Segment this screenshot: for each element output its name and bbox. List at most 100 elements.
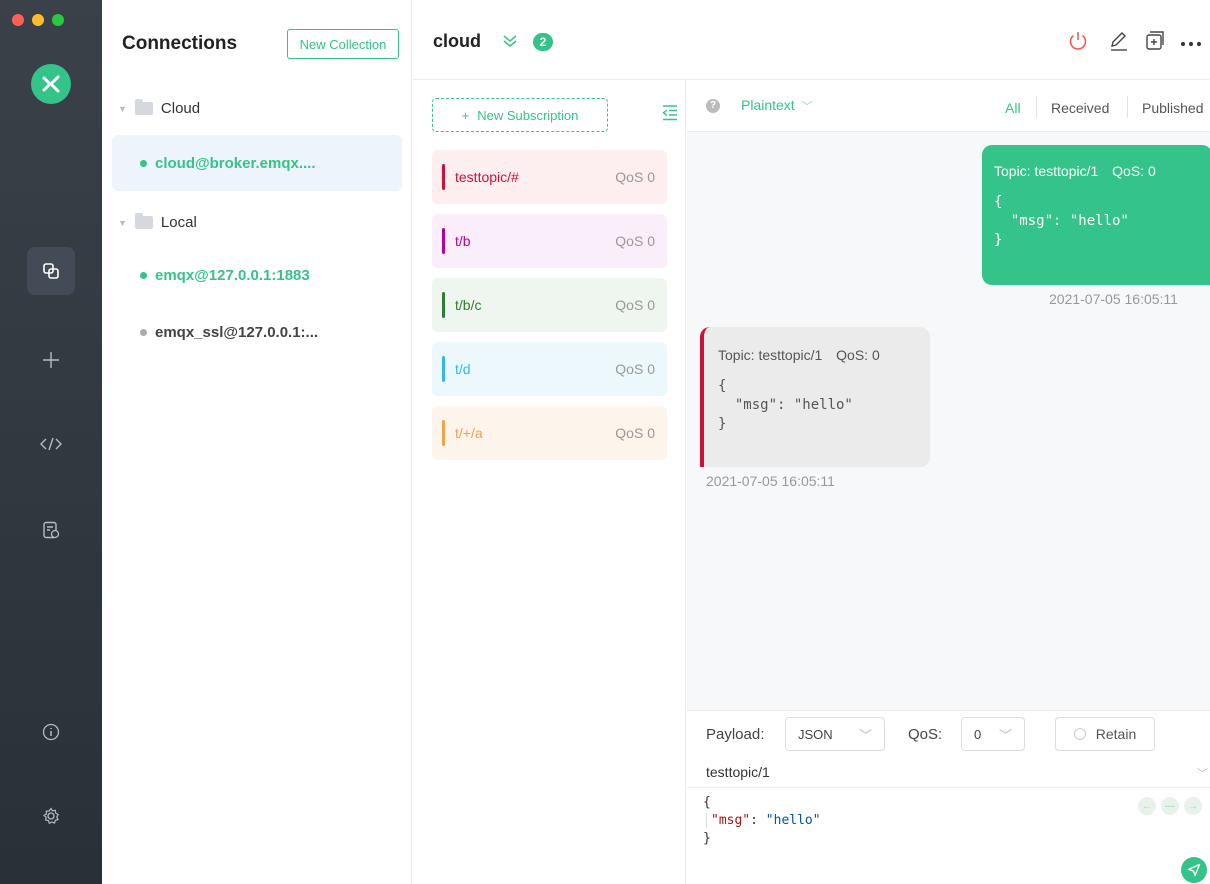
- payload-line: }: [703, 831, 711, 846]
- connection-item-emqx-ssl[interactable]: emqx_ssl@127.0.0.1:...: [112, 304, 402, 360]
- nav-connections-button[interactable]: [27, 247, 75, 295]
- connection-label: cloud@broker.emqx....: [155, 154, 316, 172]
- plus-icon: +: [461, 107, 470, 123]
- subscription-qos: QoS 0: [615, 233, 655, 249]
- payload-line: "msg": "hello": [706, 813, 821, 828]
- subscription-count-badge: 2: [533, 33, 553, 51]
- topic-input[interactable]: testtopic/1: [706, 764, 770, 780]
- messages-toolbar: ? Plaintext ﹀ All Received Published: [687, 80, 1210, 132]
- connection-item-cloud[interactable]: cloud@broker.emqx....: [112, 135, 402, 191]
- new-subscription-button[interactable]: + New Subscription: [432, 98, 608, 132]
- log-icon: [43, 521, 60, 539]
- message-topic-line: Topic: testtopic/1 QoS: 0: [718, 347, 916, 363]
- new-window-icon: [1146, 31, 1164, 50]
- edit-icon: [1111, 32, 1127, 51]
- checkbox-circle-icon: [1073, 728, 1086, 740]
- caret-down-icon: ▼: [118, 103, 127, 114]
- new-collection-button[interactable]: New Collection: [287, 29, 399, 59]
- message-topic: Topic: testtopic/1: [994, 163, 1099, 179]
- nav-script-button[interactable]: [27, 420, 75, 468]
- send-message-button[interactable]: [1181, 857, 1207, 883]
- connections-panel: Connections New Collection ▼ Cloud cloud…: [102, 0, 412, 884]
- payload-format-dropdown[interactable]: Plaintext ﹀: [741, 97, 813, 114]
- folder-icon: [134, 213, 153, 229]
- payload-editor[interactable]: { "msg": "hello" }: [703, 794, 821, 848]
- subscription-color-bar: [442, 420, 445, 446]
- messages-area: ? Plaintext ﹀ All Received Published Top…: [687, 80, 1210, 710]
- subscription-item[interactable]: t/b/c QoS 0: [432, 278, 667, 332]
- caret-down-icon: ▼: [118, 217, 127, 228]
- double-chevron-down-icon: [503, 35, 517, 47]
- collection-local[interactable]: ▼ Local: [118, 213, 197, 231]
- retain-label: Retain: [1095, 726, 1137, 742]
- disconnect-button[interactable]: [1068, 30, 1088, 57]
- more-options-button[interactable]: [1180, 36, 1202, 54]
- history-reset-button[interactable]: —: [1161, 797, 1179, 815]
- payload-format-select[interactable]: JSON ﹀: [785, 717, 885, 751]
- subscription-item[interactable]: t/+/a QoS 0: [432, 406, 667, 460]
- minus-icon: —: [1165, 800, 1175, 812]
- subscription-topic: testtopic/#: [455, 169, 519, 185]
- chevron-down-icon: ﹀: [858, 727, 872, 743]
- payload-colon: :: [750, 813, 766, 828]
- message-payload: { "msg": "hello" }: [994, 194, 1129, 248]
- message-payload: { "msg": "hello" }: [718, 378, 853, 432]
- subscription-color-bar: [442, 356, 445, 382]
- edit-connection-button[interactable]: [1108, 30, 1130, 57]
- status-dot-disconnected: [140, 328, 147, 336]
- filter-all-tab[interactable]: All: [1005, 100, 1021, 116]
- help-icon[interactable]: ?: [706, 99, 720, 113]
- arrow-left-icon: ←: [1142, 800, 1152, 812]
- format-label: Plaintext: [741, 97, 795, 113]
- new-subscription-label: New Subscription: [477, 107, 579, 123]
- connection-header: cloud 2: [413, 0, 1210, 80]
- send-icon: [1187, 863, 1201, 877]
- expand-details-button[interactable]: [501, 32, 519, 55]
- subscription-item[interactable]: t/b QoS 0: [432, 214, 667, 268]
- collapse-list-icon: [662, 105, 677, 121]
- info-icon: [42, 723, 60, 741]
- subscriptions-panel: + New Subscription testtopic/# QoS 0 t/b…: [413, 80, 686, 884]
- payload-label: Payload:: [706, 726, 765, 743]
- subscription-topic: t/d: [455, 361, 471, 377]
- nav-log-button[interactable]: [27, 506, 75, 554]
- history-forward-button[interactable]: →: [1184, 797, 1202, 815]
- chevron-down-icon: ﹀: [998, 727, 1012, 743]
- nav-about-button[interactable]: [27, 708, 75, 756]
- history-back-button[interactable]: ←: [1138, 797, 1156, 815]
- collapse-subscriptions-button[interactable]: [661, 104, 679, 127]
- filter-received-tab[interactable]: Received: [1051, 100, 1109, 116]
- close-window-button[interactable]: [12, 14, 24, 26]
- chevron-down-icon: ﹀: [798, 101, 813, 113]
- minimize-window-button[interactable]: [32, 14, 44, 26]
- retain-checkbox[interactable]: Retain: [1055, 717, 1155, 751]
- app-logo: [31, 64, 71, 104]
- new-window-button[interactable]: [1144, 30, 1166, 57]
- payload-value: "hello": [765, 813, 821, 828]
- divider: [1036, 96, 1037, 118]
- more-icon: [1181, 42, 1201, 46]
- divider: [687, 787, 1210, 788]
- qos-select[interactable]: 0 ﹀: [961, 717, 1025, 751]
- message-timestamp: 2021-07-05 16:05:11: [1049, 291, 1178, 307]
- payload-line: {: [703, 795, 711, 810]
- nav-settings-button[interactable]: [27, 792, 75, 840]
- logo-x-icon: [42, 75, 60, 93]
- nav-new-connection-button[interactable]: [27, 336, 75, 384]
- zoom-window-button[interactable]: [52, 14, 64, 26]
- divider: [1127, 96, 1128, 118]
- published-message-bubble[interactable]: Topic: testtopic/1 QoS: 0 { "msg": "hell…: [982, 145, 1210, 285]
- subscription-item[interactable]: t/d QoS 0: [432, 342, 667, 396]
- message-topic: Topic: testtopic/1: [718, 347, 823, 363]
- received-message-bubble[interactable]: Topic: testtopic/1 QoS: 0 { "msg": "hell…: [700, 327, 930, 467]
- message-timestamp: 2021-07-05 16:05:11: [706, 473, 835, 489]
- subscription-color-bar: [442, 292, 445, 318]
- topic-history-chevron-icon[interactable]: ﹀: [1197, 765, 1208, 781]
- message-topic-line: Topic: testtopic/1 QoS: 0: [994, 163, 1200, 179]
- payload-key: "msg": [711, 813, 751, 828]
- subscription-item[interactable]: testtopic/# QoS 0: [432, 150, 667, 204]
- filter-published-tab[interactable]: Published: [1142, 100, 1204, 116]
- connection-item-emqx[interactable]: emqx@127.0.0.1:1883: [112, 247, 402, 303]
- collection-cloud[interactable]: ▼ Cloud: [118, 99, 200, 117]
- connection-title: cloud: [433, 31, 481, 51]
